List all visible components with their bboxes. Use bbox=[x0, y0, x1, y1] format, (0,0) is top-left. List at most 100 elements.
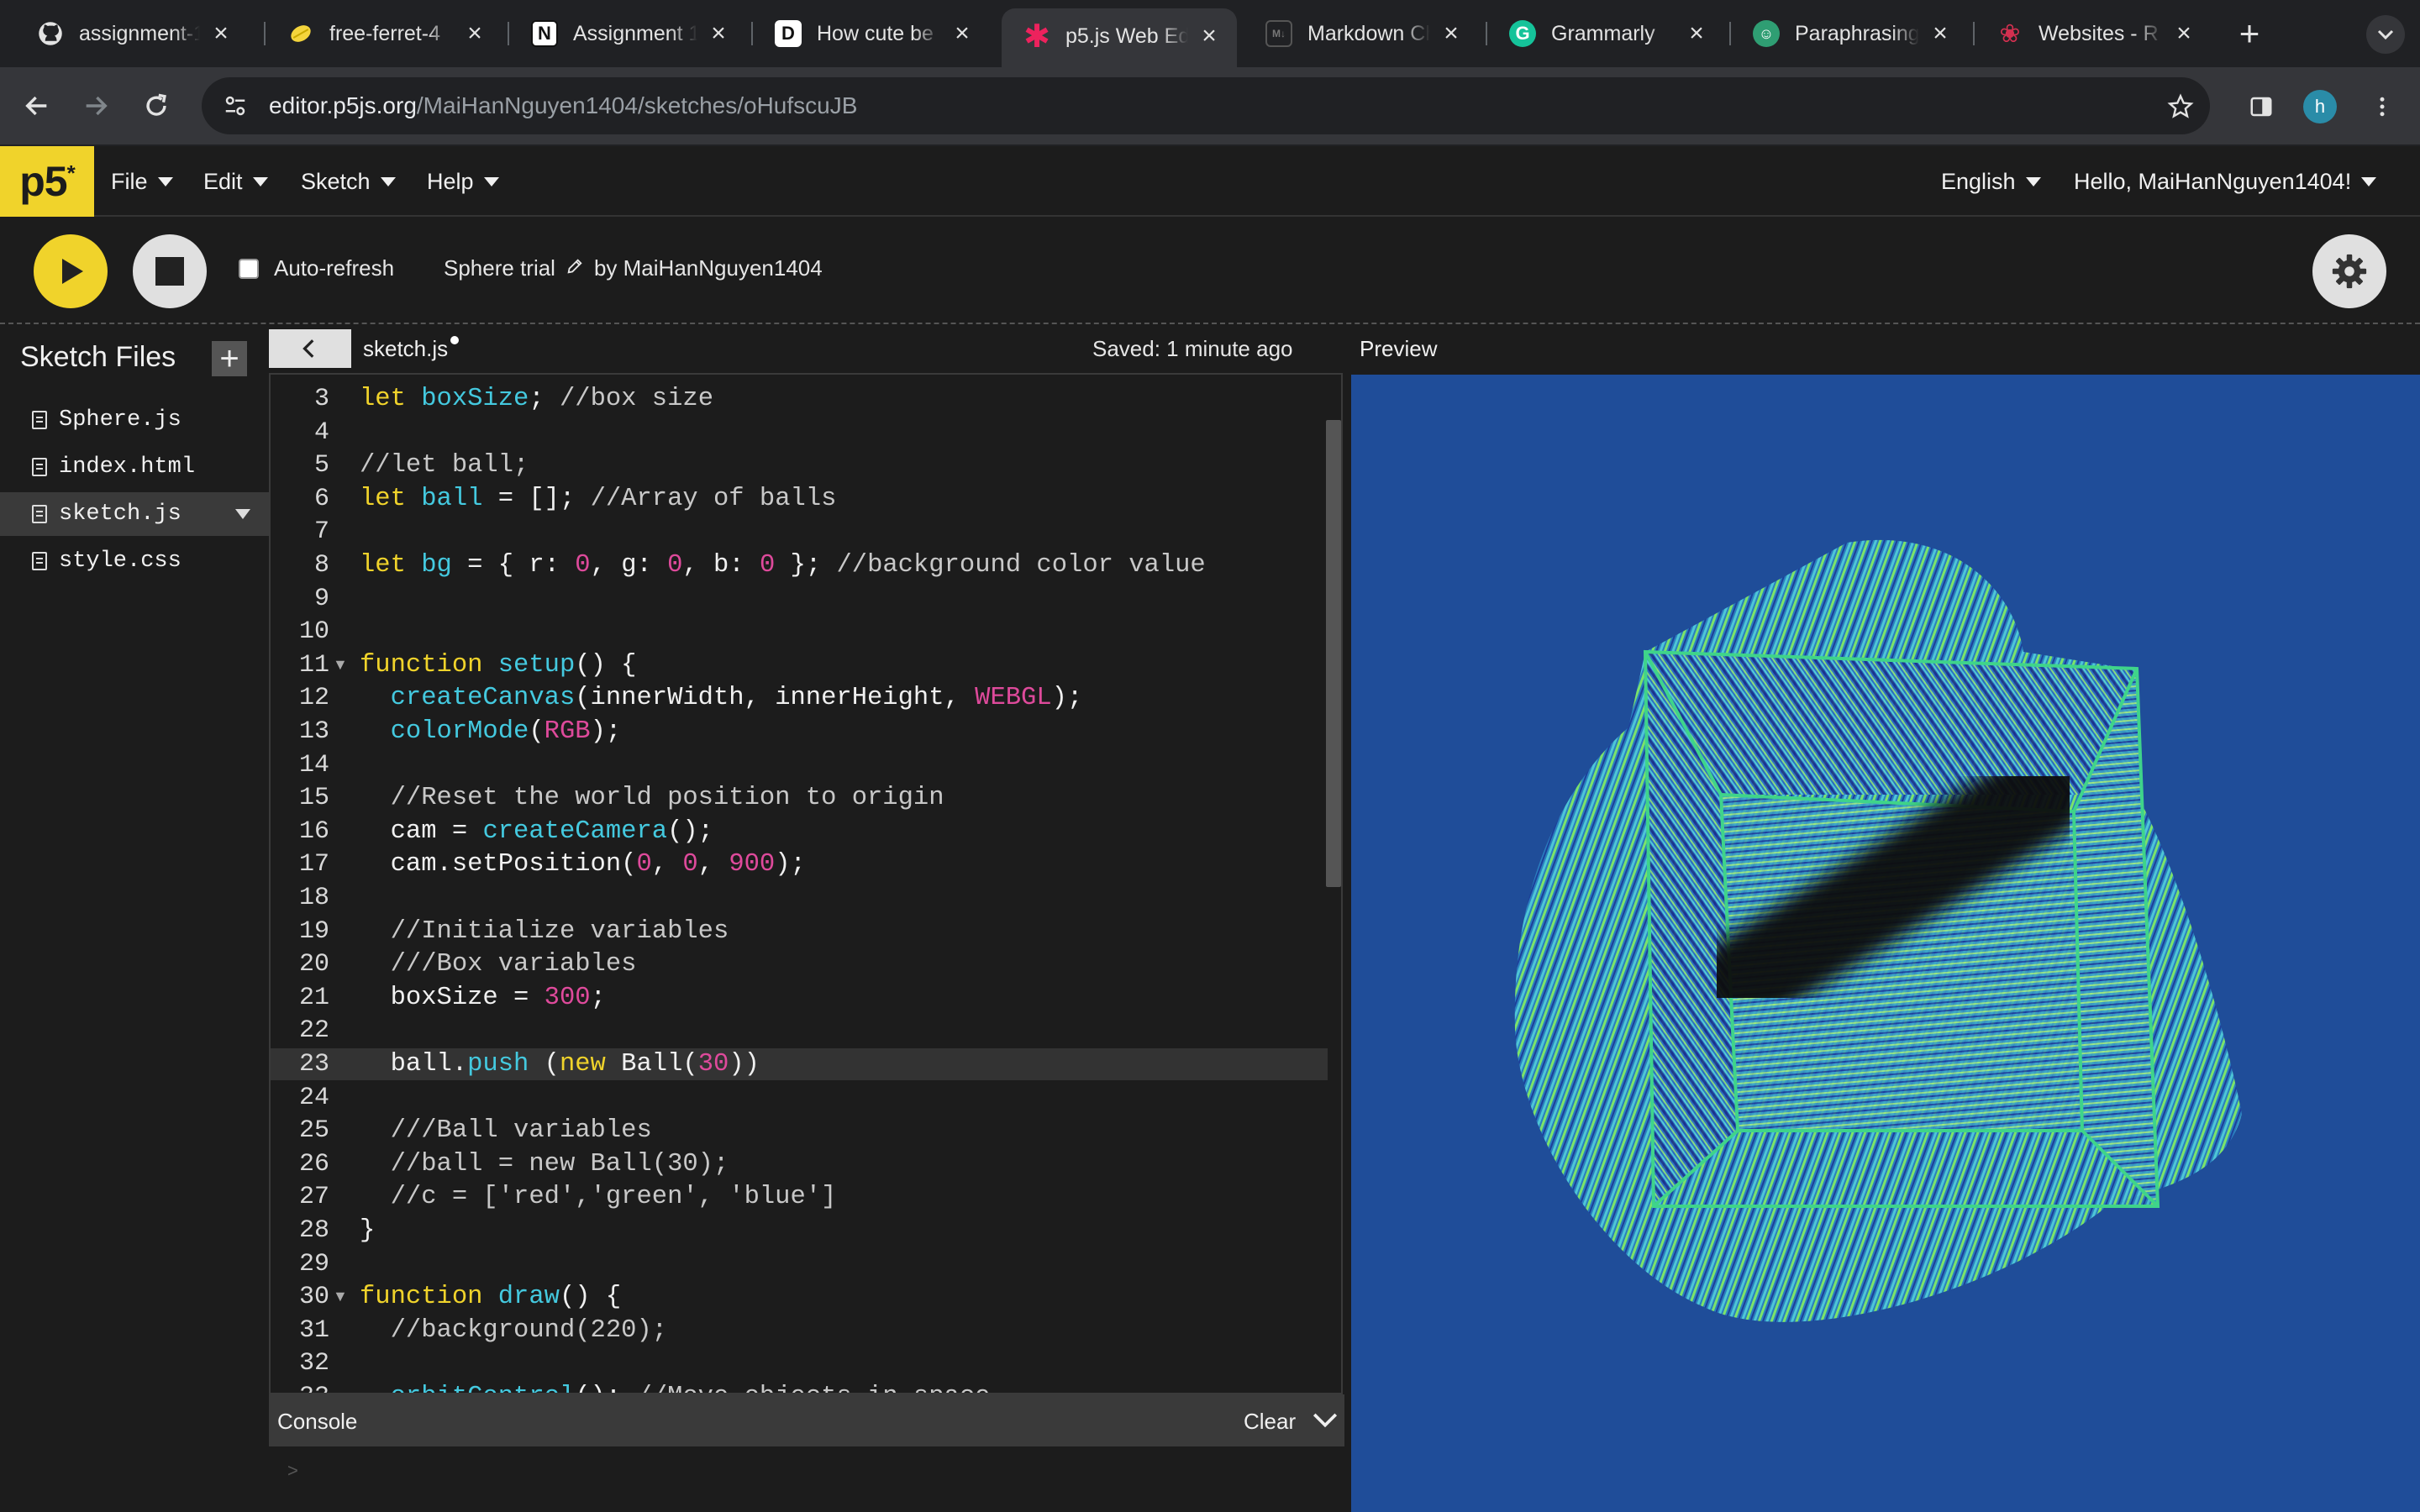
browser-tab[interactable]: D How cute be × bbox=[753, 12, 990, 55]
close-icon[interactable]: × bbox=[462, 19, 487, 47]
file-item-index-html[interactable]: index.html bbox=[0, 445, 269, 489]
console-output[interactable]: > bbox=[269, 1446, 1344, 1512]
line-number: 32 bbox=[298, 1349, 329, 1378]
language-label: English bbox=[1941, 168, 2016, 194]
tab-search-button[interactable] bbox=[2366, 15, 2405, 54]
preview-canvas[interactable] bbox=[1351, 375, 2420, 1512]
p5-logo[interactable]: p5 * bbox=[0, 146, 94, 217]
file-item-sphere-js[interactable]: Sphere.js bbox=[0, 398, 269, 442]
site-info-icon[interactable] bbox=[212, 93, 259, 118]
line-number: 3 bbox=[313, 385, 329, 413]
line-number: 9 bbox=[313, 584, 329, 613]
browser-tab[interactable]: N Assignment 1 × bbox=[509, 12, 746, 55]
chevron-down-icon bbox=[2377, 29, 2394, 40]
reload-icon bbox=[146, 93, 166, 116]
stop-button[interactable] bbox=[133, 234, 207, 308]
code-line: ///Box variables bbox=[390, 950, 637, 979]
console-title: Console bbox=[277, 1409, 358, 1434]
close-icon[interactable]: × bbox=[1439, 19, 1464, 47]
auto-refresh-checkbox[interactable] bbox=[239, 259, 259, 279]
back-button[interactable] bbox=[13, 82, 60, 129]
console-prompt: > bbox=[287, 1460, 298, 1481]
file-item-sketch-js[interactable]: sketch.js bbox=[0, 492, 269, 536]
browser-menu-button[interactable] bbox=[2360, 84, 2405, 129]
editor-scrollbar[interactable] bbox=[1326, 420, 1341, 887]
close-icon[interactable]: × bbox=[1197, 22, 1222, 50]
unsaved-dot bbox=[450, 336, 460, 344]
sketch-title[interactable]: Sphere trial by MaiHanNguyen1404 bbox=[444, 255, 823, 281]
browser-tab[interactable]: M↓ Markdown Ch × bbox=[1244, 12, 1479, 55]
code-line: //c = ['red','green', 'blue'] bbox=[390, 1183, 837, 1212]
browser-tab-active[interactable]: ✱ p5.js Web Ed × bbox=[1002, 8, 1237, 67]
tab-title: Websites - R bbox=[2039, 21, 2159, 45]
address-bar[interactable]: editor.p5js.org/MaiHanNguyen1404/sketche… bbox=[202, 77, 2210, 134]
settings-button[interactable] bbox=[2312, 234, 2386, 308]
fold-arrow-icon[interactable]: ▼ bbox=[333, 656, 348, 674]
add-file-button[interactable]: + bbox=[212, 340, 247, 377]
file-icon bbox=[32, 411, 47, 429]
code-line: //ball = new Ball(30); bbox=[390, 1149, 729, 1179]
collapse-sidebar-button[interactable] bbox=[269, 329, 351, 368]
close-icon[interactable]: × bbox=[1928, 19, 1953, 47]
console-clear-button[interactable]: Clear bbox=[1244, 1409, 1296, 1435]
menu-sketch[interactable]: Sketch bbox=[301, 165, 396, 198]
browser-toolbar: editor.p5js.org/MaiHanNguyen1404/sketche… bbox=[0, 67, 2420, 146]
close-icon[interactable]: × bbox=[1684, 19, 1709, 47]
language-menu[interactable]: English bbox=[1941, 165, 2041, 198]
saved-status: Saved: 1 minute ago bbox=[1092, 336, 1293, 361]
side-panel-button[interactable] bbox=[2238, 84, 2284, 129]
file-name: index.html bbox=[59, 454, 196, 480]
url-host: editor.p5js.org bbox=[269, 92, 417, 118]
caret-down-icon bbox=[483, 176, 499, 186]
browser-tab[interactable]: assignment-1 × bbox=[15, 12, 249, 55]
play-button[interactable] bbox=[34, 234, 108, 308]
line-number: 8 bbox=[313, 551, 329, 580]
browser-tab[interactable]: ❀ Websites - R × bbox=[1975, 12, 2212, 55]
tab-title: assignment-1 bbox=[79, 21, 200, 45]
file-name: sketch.js bbox=[59, 501, 182, 527]
code-line: let boxSize; //box size bbox=[360, 385, 713, 413]
browser-tab[interactable]: free-ferret-4 × bbox=[266, 12, 502, 55]
arrow-right-icon bbox=[86, 96, 108, 116]
browser-tab[interactable]: ☺ Paraphrasing × bbox=[1731, 12, 1968, 55]
close-icon[interactable]: × bbox=[950, 19, 975, 47]
close-icon[interactable]: × bbox=[2171, 19, 2196, 47]
auto-refresh-label: Auto-refresh bbox=[274, 255, 395, 281]
code-line: createCanvas(innerWidth, innerHeight, WE… bbox=[390, 684, 1083, 713]
browser-tab[interactable]: G Grammarly × bbox=[1487, 12, 1724, 55]
close-icon[interactable]: × bbox=[208, 19, 234, 47]
user-menu[interactable]: Hello, MaiHanNguyen1404! bbox=[2074, 165, 2377, 198]
menu-file[interactable]: File bbox=[111, 165, 173, 198]
code-line: //let ball; bbox=[360, 451, 529, 480]
caret-down-icon bbox=[2025, 176, 2041, 186]
forward-button[interactable] bbox=[72, 82, 119, 129]
line-number: 20 bbox=[298, 950, 329, 979]
tab-title: free-ferret-4 bbox=[329, 21, 440, 45]
side-panel-icon bbox=[2250, 97, 2272, 117]
pencil-icon[interactable] bbox=[566, 255, 584, 281]
profile-button[interactable]: h bbox=[2297, 84, 2343, 129]
file-item-style-css[interactable]: style.css bbox=[0, 539, 269, 583]
fold-arrow-icon[interactable]: ▼ bbox=[333, 1288, 348, 1305]
line-number: 12 bbox=[298, 684, 329, 713]
bookmark-star-icon[interactable] bbox=[2160, 86, 2202, 128]
code-line: function draw() { bbox=[360, 1283, 622, 1312]
file-icon bbox=[32, 552, 47, 570]
preview-label: Preview bbox=[1360, 336, 1438, 361]
line-number: 4 bbox=[313, 417, 329, 447]
menu-edit[interactable]: Edit bbox=[203, 165, 268, 198]
code-line: boxSize = 300; bbox=[360, 983, 606, 1012]
code-editor[interactable]: 234567891011▼121314151617181920212223242… bbox=[269, 373, 1343, 1394]
line-number: 25 bbox=[298, 1116, 329, 1146]
reload-button[interactable] bbox=[133, 82, 180, 129]
tab-title: Markdown Ch bbox=[1307, 21, 1430, 45]
close-icon[interactable]: × bbox=[706, 19, 731, 47]
file-options-caret-icon[interactable] bbox=[235, 509, 250, 519]
code-line: ball.push (new Ball(30)) bbox=[360, 1050, 760, 1079]
chevron-down-icon[interactable] bbox=[1311, 1406, 1339, 1435]
line-number: 23 bbox=[298, 1050, 329, 1079]
menu-help[interactable]: Help bbox=[427, 165, 499, 198]
sketch-owner[interactable]: by MaiHanNguyen1404 bbox=[594, 255, 823, 281]
new-tab-button[interactable]: + bbox=[2228, 12, 2270, 55]
tab-title: p5.js Web Ed bbox=[1065, 24, 1188, 48]
